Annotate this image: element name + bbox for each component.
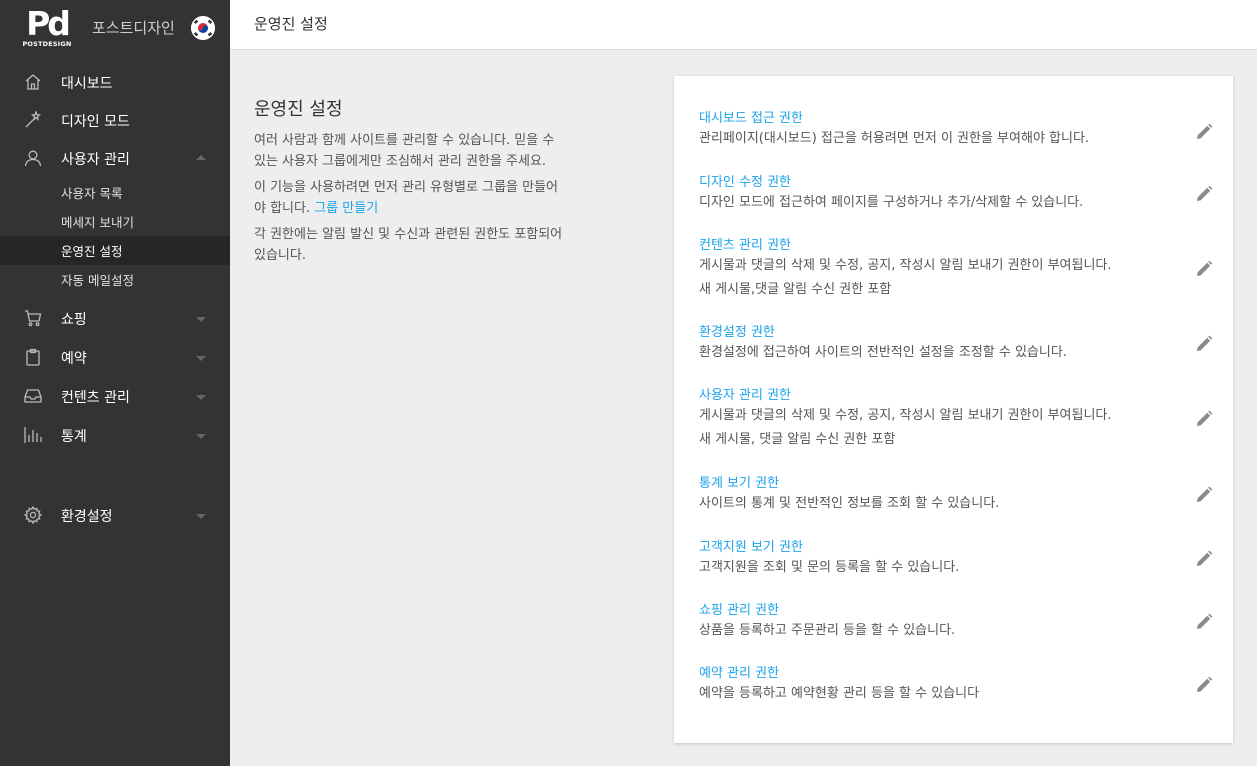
permission-item-content: 컨텐츠 관리 권한 게시물과 댓글의 삭제 및 수정, 공지, 작성시 알림 보… [699, 237, 1213, 301]
submenu-container: 사용자 목록 메세지 보내기 운영진 설정 자동 메일설정 [0, 178, 230, 294]
korea-flag-icon[interactable] [191, 16, 215, 40]
permission-description: 디자인 모드에 접근하여 페이지를 구성하거나 추가/삭제할 수 있습니다. [699, 195, 1084, 210]
sidebar-item-shopping[interactable]: 쇼핑 [0, 300, 230, 338]
sidebar-item-statistics[interactable]: 통계 [0, 417, 230, 455]
permission-title: 통계 보기 권한 [699, 476, 780, 491]
permission-description: 예약을 등록하고 예약현황 관리 등을 할 수 있습니다 [699, 686, 980, 701]
permissions-card: 대시보드 접근 권한 관리페이지(대시보드) 접근을 허용려면 먼저 이 권한을… [674, 76, 1233, 743]
user-icon [24, 149, 42, 167]
brand: Pd POSTDESIGN 포스트디자인 [0, 0, 230, 56]
permission-description: 환경설정에 접근하여 사이트의 전반적인 설정을 조정할 수 있습니다. [699, 345, 1067, 360]
sidebar-item-label: 환경설정 [61, 509, 113, 525]
sidebar-item-reservation[interactable]: 예약 [0, 339, 230, 377]
logo[interactable]: Pd POSTDESIGN [22, 3, 72, 49]
permission-item-user-management: 사용자 관리 권한 게시물과 댓글의 삭제 및 수정, 공지, 작성시 알림 보… [699, 387, 1213, 451]
edit-pencil-icon[interactable] [1194, 409, 1214, 429]
clipboard-icon [24, 348, 42, 366]
sidebar-item-label: 대시보드 [61, 76, 113, 92]
intro-section: 운영진 설정 여러 사람과 함께 사이트를 관리할 수 있습니다. 믿을 수 있… [254, 95, 564, 272]
site-name[interactable]: 포스트디자인 [92, 17, 175, 38]
permission-description: 게시물과 댓글의 삭제 및 수정, 공지, 작성시 알림 보내기 권한이 부여됩… [699, 258, 1112, 273]
section-title: 운영진 설정 [254, 99, 343, 120]
sidebar-subitem-auto-mail[interactable]: 자동 메일설정 [0, 265, 230, 294]
logo-subtitle: POSTDESIGN [22, 39, 72, 48]
permission-description: 고객지원을 조회 및 문의 등록을 할 수 있습니다. [699, 560, 960, 575]
chevron-up-icon [196, 155, 206, 160]
sidebar-item-label: 컨텐츠 관리 [61, 390, 130, 406]
sidebar-item-label: 사용자 관리 [61, 152, 130, 168]
edit-pencil-icon[interactable] [1194, 184, 1214, 204]
sidebar-item-user-management[interactable]: 사용자 관리 [0, 140, 230, 178]
sidebar-subitem-send-message[interactable]: 메세지 보내기 [0, 207, 230, 236]
intro-paragraph-2: 이 기능을 사용하려면 먼저 관리 유형별로 그룹을 만들어야 합니다. 그룹 … [254, 178, 564, 219]
sidebar-subitem-user-list[interactable]: 사용자 목록 [0, 178, 230, 207]
permission-title: 환경설정 권한 [699, 325, 775, 340]
sidebar-item-label: 디자인 모드 [61, 114, 130, 130]
intro-paragraph-2-text: 이 기능을 사용하려면 먼저 관리 유형별로 그룹을 만들어야 합니다. [254, 180, 559, 216]
magic-wand-icon [24, 109, 42, 129]
permission-description: 사이트의 통계 및 전반적인 정보를 조회 할 수 있습니다. [699, 496, 1000, 511]
permission-item-statistics: 통계 보기 권한 사이트의 통계 및 전반적인 정보를 조회 할 수 있습니다. [699, 475, 1213, 515]
sidebar-item-dashboard[interactable]: 대시보드 [0, 64, 230, 102]
edit-pencil-icon[interactable] [1194, 612, 1214, 632]
sidebar-menu: 대시보드 디자인 모드 사용자 관리 사용자 목록 메세지 보내기 운영진 설정… [0, 64, 230, 535]
sidebar: Pd POSTDESIGN 포스트디자인 대시보드 디자인 모드 사용자 관리 … [0, 0, 230, 766]
edit-pencil-icon[interactable] [1194, 675, 1214, 695]
top-bar: 운영진 설정 [230, 0, 1257, 50]
permission-title: 디자인 수정 권한 [699, 175, 791, 190]
permission-item-shopping: 쇼핑 관리 권한 상품을 등록하고 주문관리 등을 할 수 있습니다. [699, 602, 1213, 642]
permission-title: 예약 관리 권한 [699, 666, 780, 681]
permission-description: 게시물과 댓글의 삭제 및 수정, 공지, 작성시 알림 보내기 권한이 부여됩… [699, 408, 1112, 423]
user-management-submenu: 사용자 목록 메세지 보내기 운영진 설정 자동 메일설정 [0, 178, 230, 294]
permission-item-dashboard: 대시보드 접근 권한 관리페이지(대시보드) 접근을 허용려면 먼저 이 권한을… [699, 110, 1213, 150]
permission-description-extra: 새 게시물, 댓글 알림 수신 권한 포함 [699, 432, 896, 447]
sidebar-item-settings[interactable]: 환경설정 [0, 497, 230, 535]
permission-description-extra: 새 게시물,댓글 알림 수신 권한 포함 [699, 282, 892, 297]
chevron-down-icon [196, 434, 206, 439]
bar-chart-icon [24, 426, 42, 444]
sidebar-item-label: 예약 [61, 351, 87, 367]
chevron-down-icon [196, 317, 206, 322]
inbox-icon [24, 387, 42, 405]
logo-mark: Pd [26, 3, 71, 43]
home-icon [24, 73, 42, 91]
permission-title: 컨텐츠 관리 권한 [699, 238, 791, 253]
edit-pencil-icon[interactable] [1194, 485, 1214, 505]
permission-item-reservation: 예약 관리 권한 예약을 등록하고 예약현황 관리 등을 할 수 있습니다 [699, 665, 1213, 705]
edit-pencil-icon[interactable] [1194, 122, 1214, 142]
sidebar-item-label: 통계 [61, 429, 87, 445]
edit-pencil-icon[interactable] [1194, 259, 1214, 279]
page-title: 운영진 설정 [254, 15, 328, 33]
edit-pencil-icon[interactable] [1194, 334, 1214, 354]
chevron-down-icon [196, 395, 206, 400]
intro-paragraph-1: 여러 사람과 함께 사이트를 관리할 수 있습니다. 믿을 수 있는 사용자 그… [254, 133, 555, 169]
chevron-down-icon [196, 356, 206, 361]
intro-paragraph-3: 각 권한에는 알림 발신 및 수신과 관련된 권한도 포함되어 있습니다. [254, 227, 563, 263]
sidebar-item-label: 쇼핑 [61, 312, 87, 328]
permission-title: 고객지원 보기 권한 [699, 540, 803, 555]
permission-description: 관리페이지(대시보드) 접근을 허용려면 먼저 이 권한을 부여해야 합니다. [699, 131, 1090, 146]
create-group-link[interactable]: 그룹 만들기 [314, 201, 378, 216]
permission-item-design: 디자인 수정 권한 디자인 모드에 접근하여 페이지를 구성하거나 추가/삭제할… [699, 174, 1213, 214]
gear-icon [23, 505, 43, 525]
permission-title: 사용자 관리 권한 [699, 388, 791, 403]
permission-title: 대시보드 접근 권한 [699, 111, 803, 126]
sidebar-subitem-admin-settings[interactable]: 운영진 설정 [0, 236, 230, 265]
permission-description: 상품을 등록하고 주문관리 등을 할 수 있습니다. [699, 623, 956, 638]
chevron-down-icon [196, 514, 206, 519]
edit-pencil-icon[interactable] [1194, 549, 1214, 569]
sidebar-item-design-mode[interactable]: 디자인 모드 [0, 102, 230, 140]
permission-item-support: 고객지원 보기 권한 고객지원을 조회 및 문의 등록을 할 수 있습니다. [699, 539, 1213, 579]
cart-icon [24, 309, 42, 327]
permission-item-settings: 환경설정 권한 환경설정에 접근하여 사이트의 전반적인 설정을 조정할 수 있… [699, 324, 1213, 364]
permission-title: 쇼핑 관리 권한 [699, 603, 780, 618]
sidebar-item-content-management[interactable]: 컨텐츠 관리 [0, 378, 230, 416]
